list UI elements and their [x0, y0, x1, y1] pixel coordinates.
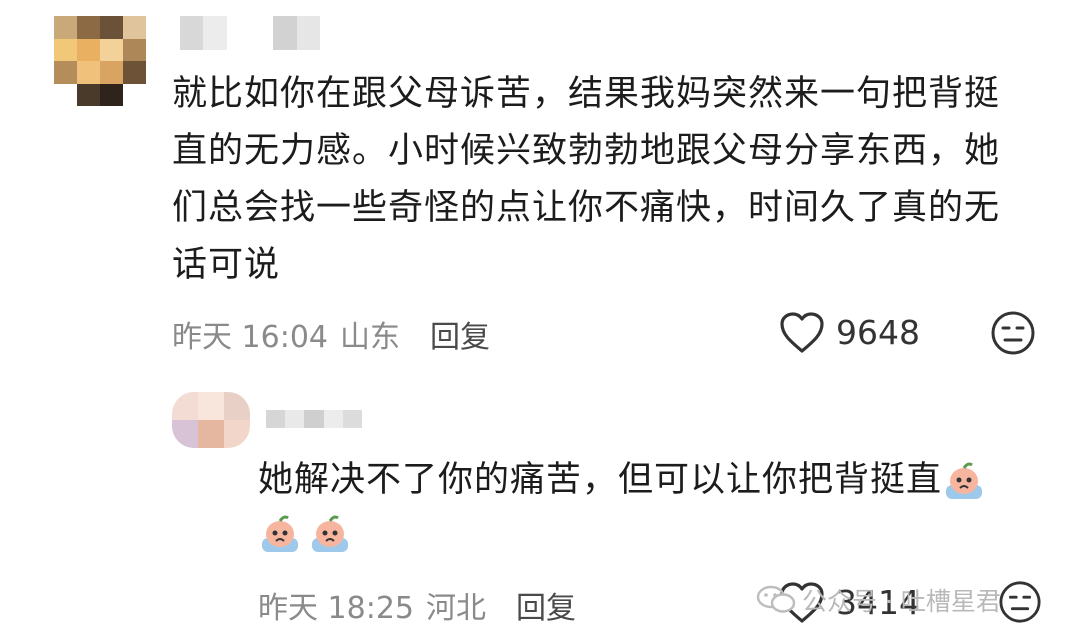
heart-icon: [780, 312, 824, 353]
wechat-icon: [756, 585, 796, 613]
watermark: 公众号 · 吐槽星君: [756, 582, 1001, 618]
reply-username[interactable]: [266, 410, 362, 428]
timestamp: 昨天 18:25: [258, 591, 414, 626]
crying-peach-emoji: [942, 459, 986, 503]
location: 山东: [340, 320, 400, 355]
comment-line: 就比如你在跟父母诉苦，结果我妈突然来一句把背挺: [172, 74, 1001, 114]
avatar[interactable]: [54, 16, 146, 106]
comment-line: 们总会找一些奇怪的点让你不痛快，时间久了真的无: [172, 188, 1001, 228]
comment-meta: 昨天 16:04 山东 回复: [172, 312, 490, 356]
crying-peach-emoji: [258, 512, 302, 556]
location: 河北: [426, 591, 486, 626]
comment-line: 直的无力感。小时候兴致勃勃地跟父母分享东西，她: [172, 131, 1001, 171]
reply-avatar[interactable]: [172, 392, 250, 448]
emoji-row: [258, 512, 352, 556]
like-button[interactable]: 9648: [778, 310, 920, 354]
reply-button[interactable]: 回复: [430, 312, 490, 356]
comment-text: 就比如你在跟父母诉苦，结果我妈突然来一句把背挺 直的无力感。小时候兴致勃勃地跟父…: [172, 66, 1052, 294]
like-count: 9648: [836, 312, 920, 352]
reply-meta: 昨天 18:25 河北 回复: [258, 583, 576, 627]
timestamp: 昨天 16:04: [172, 320, 328, 355]
reply-text: 她解决不了你的痛苦，但可以让你把背挺直: [258, 452, 1048, 509]
meh-face-icon[interactable]: [998, 580, 1042, 628]
crying-peach-emoji: [308, 512, 352, 556]
reply-button[interactable]: 回复: [516, 583, 576, 627]
watermark-text: 公众号 · 吐槽星君: [802, 587, 1001, 616]
meh-face-icon[interactable]: [990, 310, 1036, 360]
reply-text-content: 她解决不了你的痛苦，但可以让你把背挺直: [258, 460, 943, 500]
comment-line: 话可说: [172, 245, 281, 285]
username[interactable]: [180, 16, 320, 50]
